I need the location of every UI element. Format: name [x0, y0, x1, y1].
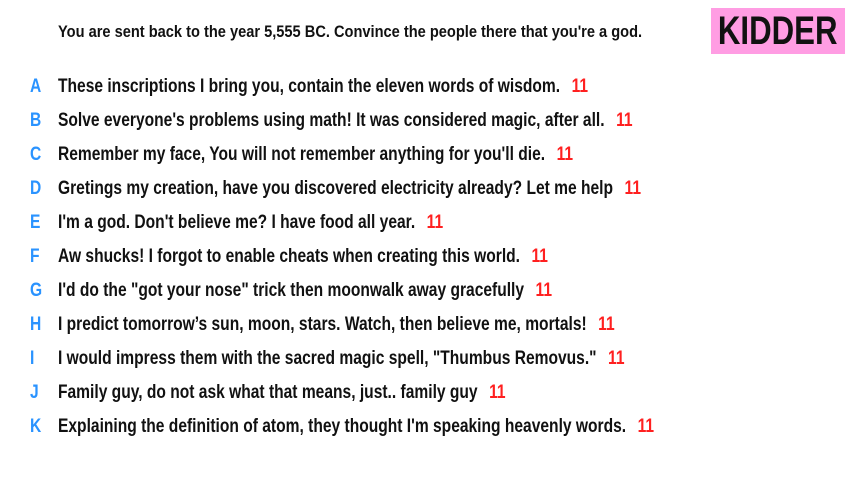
answer-line: I'd do the "got your nose" trick then mo… — [58, 280, 552, 302]
answer-score: 11 — [489, 382, 506, 403]
answer-line: Family guy, do not ask what that means, … — [58, 382, 506, 404]
answer-row-j: J Family guy, do not ask what that means… — [0, 376, 853, 410]
answer-letter: I — [30, 348, 35, 369]
answer-text: These inscriptions I bring you, contain … — [58, 76, 561, 97]
answer-row-i: I I would impress them with the sacred m… — [0, 342, 853, 376]
answer-score: 11 — [535, 280, 553, 301]
answer-letter: F — [30, 246, 40, 267]
answer-line: I would impress them with the sacred mag… — [58, 348, 625, 370]
question-prompt: You are sent back to the year 5,555 BC. … — [58, 22, 643, 41]
answer-text: Remember my face, You will not remember … — [58, 144, 546, 165]
answer-score: 11 — [531, 246, 548, 267]
answer-line: I predict tomorrow’s sun, moon, stars. W… — [58, 314, 615, 336]
answer-row-b: B Solve everyone's problems using math! … — [0, 104, 853, 138]
answer-row-c: C Remember my face, You will not remembe… — [0, 138, 853, 172]
answer-text: Explaining the definition of atom, they … — [58, 416, 627, 437]
answer-letter: J — [30, 382, 39, 403]
answer-line: Remember my face, You will not remember … — [58, 144, 573, 166]
answer-score: 11 — [608, 348, 625, 369]
answer-text: I'd do the "got your nose" trick then mo… — [58, 280, 525, 301]
answer-score: 11 — [637, 416, 655, 437]
answer-row-a: A These inscriptions I bring you, contai… — [0, 70, 853, 104]
answer-letter: G — [30, 280, 43, 301]
answer-score: 11 — [598, 314, 615, 335]
answer-row-g: G I'd do the "got your nose" trick then … — [0, 274, 853, 308]
answer-letter: B — [30, 110, 42, 131]
answer-text: Family guy, do not ask what that means, … — [58, 382, 478, 403]
answer-letter: D — [30, 178, 42, 199]
answer-line: Explaining the definition of atom, they … — [58, 416, 654, 438]
answer-letter: K — [30, 416, 42, 437]
answer-row-e: E I'm a god. Don't believe me? I have fo… — [0, 206, 853, 240]
answer-row-h: H I predict tomorrow’s sun, moon, stars.… — [0, 308, 853, 342]
answer-text: I'm a god. Don't believe me? I have food… — [58, 212, 416, 233]
answer-score: 11 — [624, 178, 641, 199]
answer-line: Solve everyone's problems using math! It… — [58, 110, 633, 132]
answer-letter: C — [30, 144, 42, 165]
answer-score: 11 — [556, 144, 574, 165]
answer-letter: E — [30, 212, 41, 233]
answer-score: 11 — [571, 76, 589, 97]
answer-text: Gretings my creation, have you discovere… — [58, 178, 614, 199]
answer-row-f: F Aw shucks! I forgot to enable cheats w… — [0, 240, 853, 274]
answer-text: I predict tomorrow’s sun, moon, stars. W… — [58, 314, 587, 335]
answer-line: These inscriptions I bring you, contain … — [58, 76, 588, 98]
answer-text: I would impress them with the sacred mag… — [58, 348, 597, 369]
answer-line: Aw shucks! I forgot to enable cheats whe… — [58, 246, 548, 268]
answer-letter: A — [30, 76, 42, 97]
brand-label: KIDDER — [718, 8, 838, 53]
answer-row-k: K Explaining the definition of atom, the… — [0, 410, 853, 444]
answer-score: 11 — [616, 110, 633, 131]
answer-text: Aw shucks! I forgot to enable cheats whe… — [58, 246, 521, 267]
answer-score: 11 — [426, 212, 444, 233]
answer-row-d: D Gretings my creation, have you discove… — [0, 172, 853, 206]
answer-letter: H — [30, 314, 42, 335]
answer-text: Solve everyone's problems using math! It… — [58, 110, 605, 131]
answer-line: I'm a god. Don't believe me? I have food… — [58, 212, 443, 234]
brand-logo: KIDDER — [711, 8, 845, 54]
answer-line: Gretings my creation, have you discovere… — [58, 178, 641, 200]
